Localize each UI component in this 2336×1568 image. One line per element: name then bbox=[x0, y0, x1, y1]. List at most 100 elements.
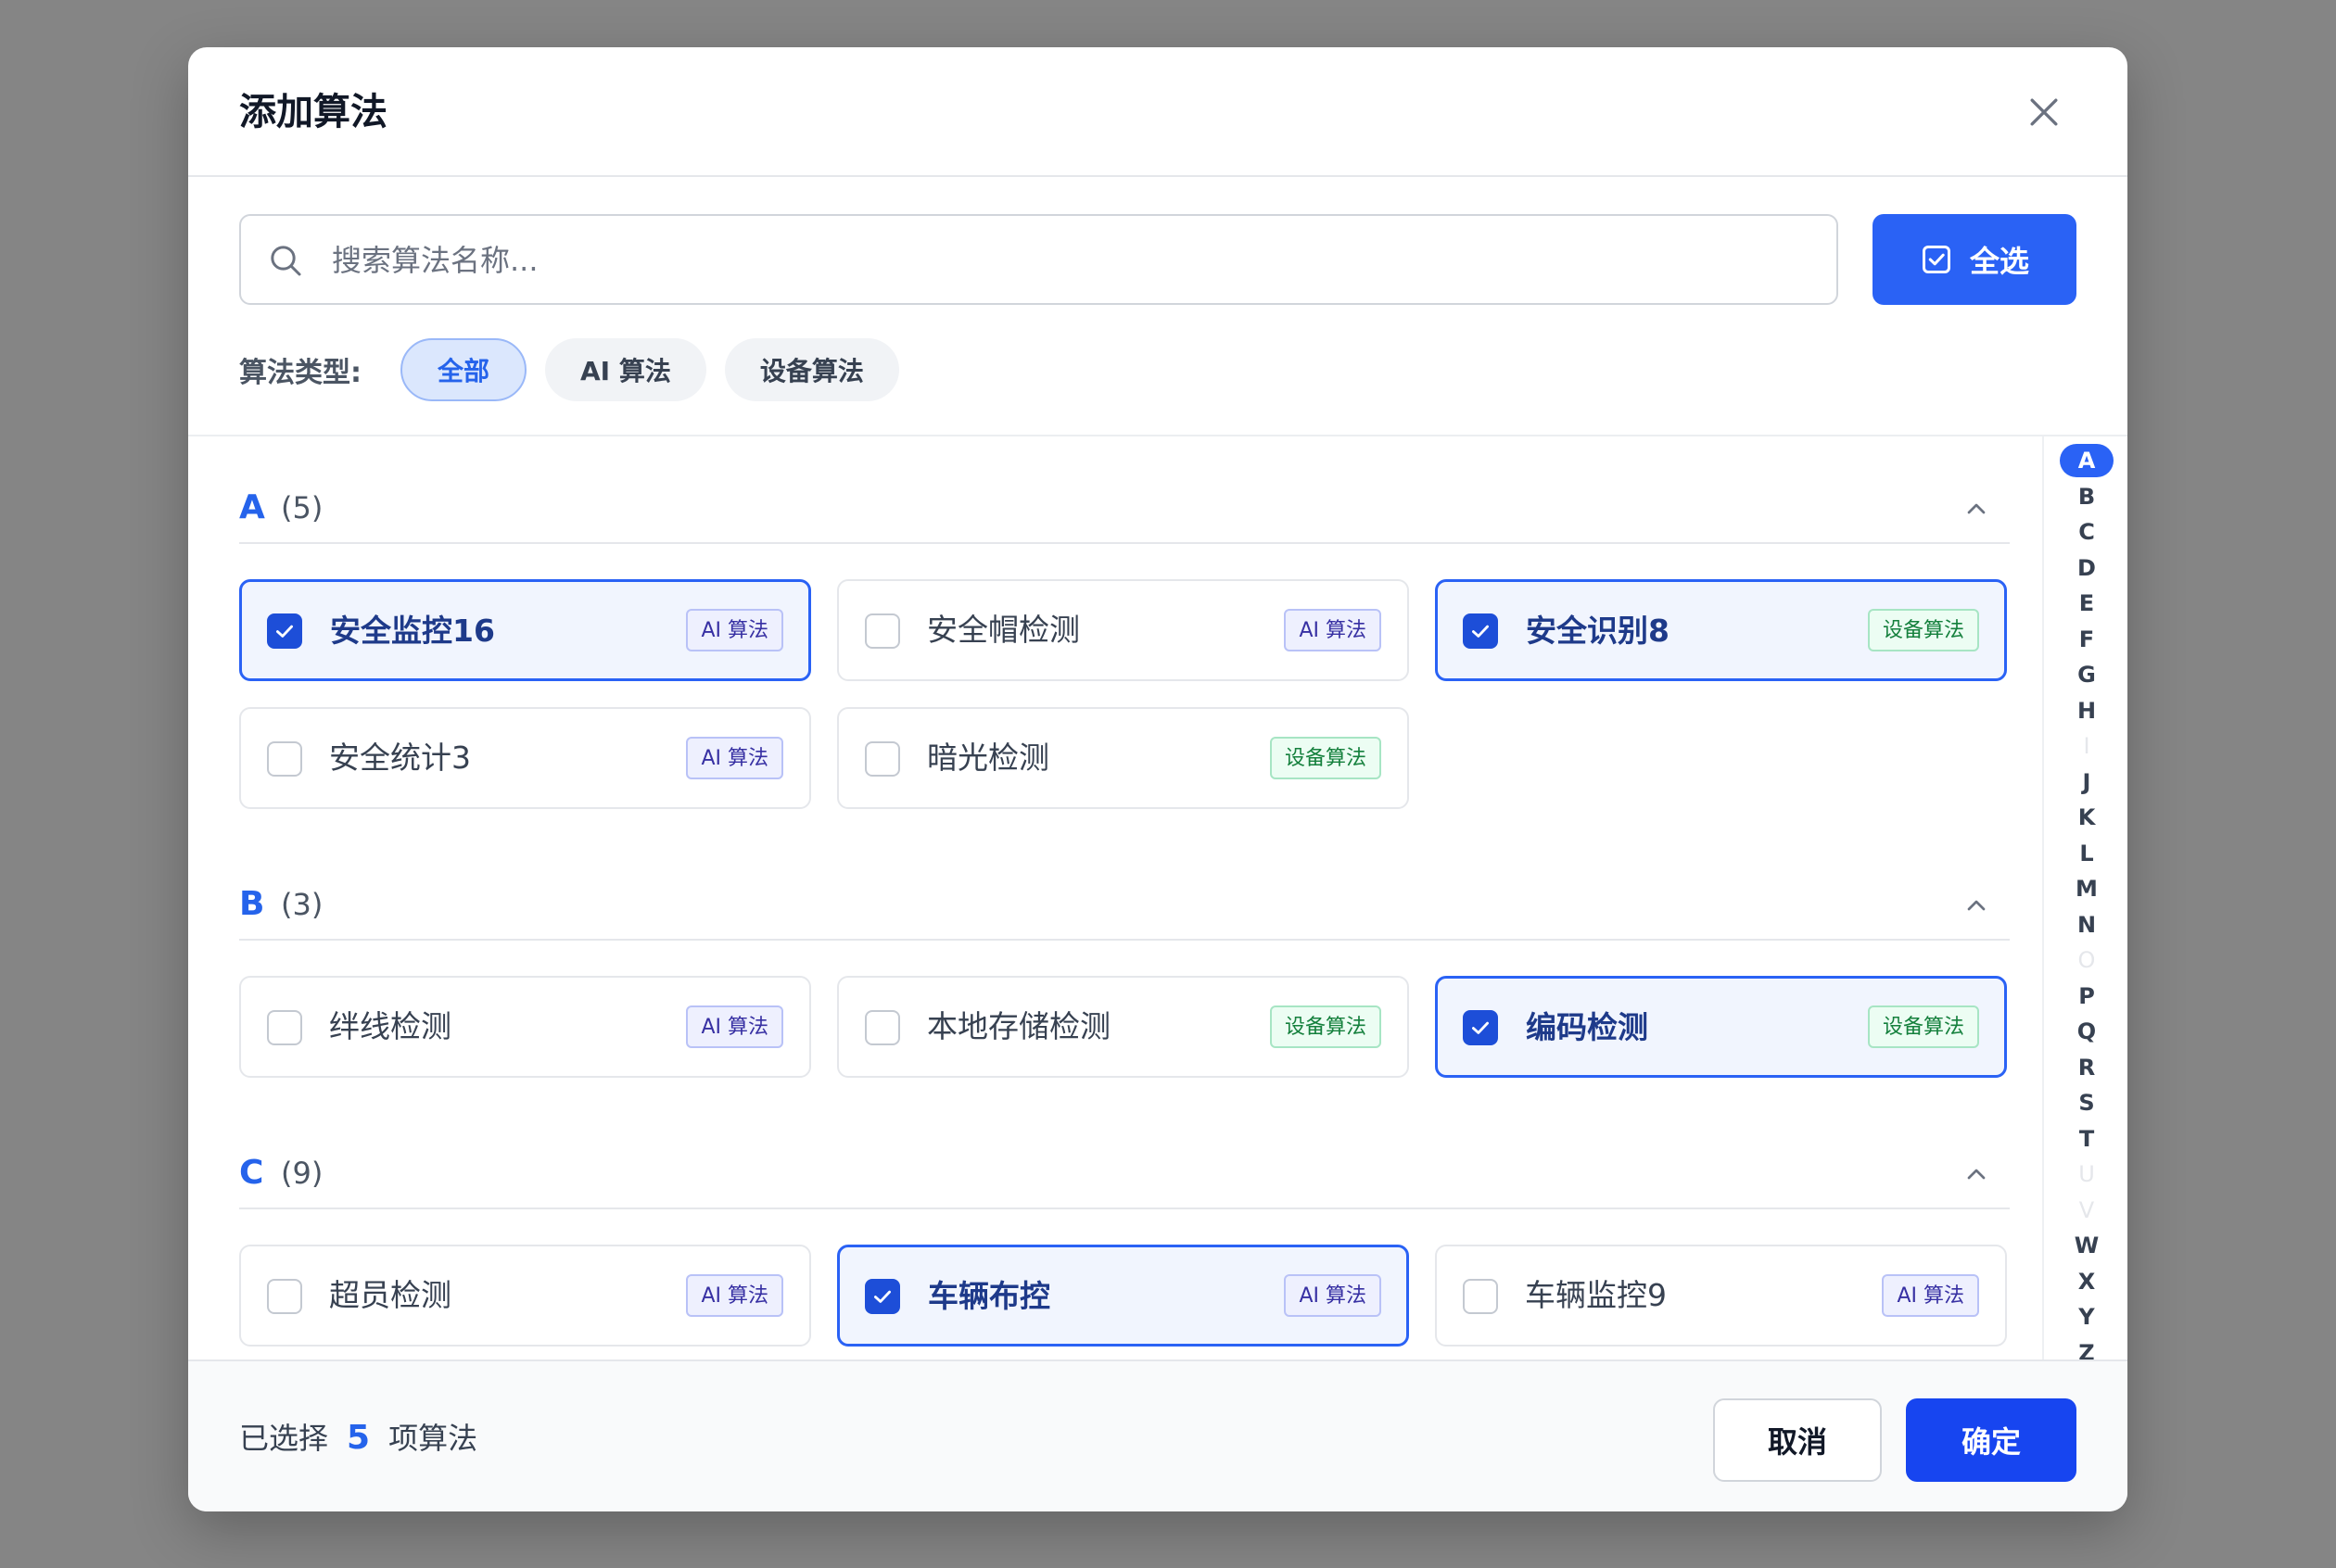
type-badge: AI 算法 bbox=[686, 737, 783, 779]
algorithm-card[interactable]: 暗光检测 设备算法 bbox=[837, 707, 1409, 809]
dialog-header: 添加算法 bbox=[188, 47, 2127, 177]
algorithm-card[interactable]: 绊线检测 AI 算法 bbox=[239, 976, 811, 1078]
alphabet-item-a[interactable]: A bbox=[2060, 444, 2114, 477]
dialog-footer: 已选择 5 项算法 取消 确定 bbox=[188, 1359, 2127, 1511]
alphabet-item-n[interactable]: N bbox=[2060, 908, 2114, 942]
type-chip-ai[interactable]: AI 算法 bbox=[545, 338, 706, 401]
dialog-title: 添加算法 bbox=[239, 91, 387, 133]
checkbox[interactable] bbox=[267, 741, 302, 777]
checkbox[interactable] bbox=[1463, 613, 1498, 649]
cancel-button[interactable]: 取消 bbox=[1713, 1398, 1882, 1482]
checkbox[interactable] bbox=[267, 1010, 302, 1045]
type-badge: 设备算法 bbox=[1269, 737, 1381, 779]
algorithm-name: 车辆布控 bbox=[928, 1278, 1050, 1314]
algorithm-card[interactable]: 安全帽检测 AI 算法 bbox=[837, 579, 1409, 681]
algorithm-name: 安全统计3 bbox=[329, 740, 471, 776]
check-icon bbox=[1472, 1021, 1489, 1034]
checkbox-checked-icon bbox=[1922, 246, 1950, 273]
group-b: B (3) 绊线检测 AI 算法 本地存储检测 设备算法 编码检测 设备算法 bbox=[239, 876, 2010, 1078]
algorithm-card[interactable]: 安全统计3 AI 算法 bbox=[239, 707, 811, 809]
close-icon bbox=[2030, 98, 2058, 126]
alphabet-item-k[interactable]: K bbox=[2060, 801, 2114, 834]
chevron-up-icon[interactable] bbox=[1961, 891, 1991, 920]
group-count: (3) bbox=[281, 887, 324, 922]
chevron-up-icon[interactable] bbox=[1961, 494, 1991, 524]
algorithm-card[interactable]: 超员检测 AI 算法 bbox=[239, 1245, 811, 1347]
type-badge: AI 算法 bbox=[686, 1274, 783, 1317]
alphabet-item-x[interactable]: X bbox=[2060, 1265, 2114, 1298]
algorithm-card[interactable]: 安全监控16 AI 算法 bbox=[239, 579, 811, 681]
alphabet-index: ABCDEFGHIJKLMNOPQRSTUVWXYZ bbox=[2042, 436, 2127, 1410]
check-icon bbox=[874, 1290, 891, 1303]
group-header[interactable]: C (9) bbox=[239, 1144, 2010, 1209]
checkbox[interactable] bbox=[267, 1279, 302, 1314]
algorithm-name: 编码检测 bbox=[1526, 1009, 1648, 1045]
alphabet-item-j[interactable]: J bbox=[2060, 765, 2114, 799]
search-input[interactable] bbox=[330, 216, 1798, 305]
checkbox[interactable] bbox=[865, 741, 900, 777]
check-icon bbox=[1472, 625, 1489, 638]
alphabet-item-g[interactable]: G bbox=[2060, 658, 2114, 691]
search-icon bbox=[271, 246, 301, 276]
alphabet-item-u: U bbox=[2078, 1161, 2095, 1187]
selection-suffix: 项算法 bbox=[388, 1421, 478, 1456]
alphabet-item-h[interactable]: H bbox=[2060, 694, 2114, 727]
group-header[interactable]: A (5) bbox=[239, 479, 2010, 544]
alphabet-item-r[interactable]: R bbox=[2060, 1051, 2114, 1084]
confirm-button[interactable]: 确定 bbox=[1906, 1398, 2076, 1482]
alphabet-item-y[interactable]: Y bbox=[2060, 1300, 2114, 1334]
algorithm-name: 绊线检测 bbox=[329, 1008, 451, 1044]
alphabet-item-f[interactable]: F bbox=[2060, 623, 2114, 656]
algorithm-card[interactable]: 安全识别8 设备算法 bbox=[1435, 579, 2007, 681]
alphabet-item-q[interactable]: Q bbox=[2060, 1015, 2114, 1048]
checkbox[interactable] bbox=[865, 613, 900, 649]
algorithm-card[interactable]: 车辆布控 AI 算法 bbox=[837, 1245, 1409, 1347]
alphabet-item-i: I bbox=[2083, 733, 2090, 759]
alphabet-item-v: V bbox=[2078, 1196, 2095, 1223]
group-a: A (5) 安全监控16 AI 算法 安全帽检测 AI 算法 安全识别8 设备算… bbox=[239, 479, 2010, 809]
algorithm-name: 安全识别8 bbox=[1526, 613, 1669, 649]
alphabet-item-s[interactable]: S bbox=[2060, 1086, 2114, 1119]
select-all-button[interactable]: 全选 bbox=[1873, 214, 2076, 305]
select-all-label: 全选 bbox=[1969, 244, 2029, 279]
alphabet-item-p[interactable]: P bbox=[2060, 980, 2114, 1013]
type-badge: AI 算法 bbox=[1882, 1274, 1979, 1317]
checkbox[interactable] bbox=[267, 613, 302, 649]
group-header[interactable]: B (3) bbox=[239, 876, 2010, 941]
checkbox[interactable] bbox=[865, 1279, 900, 1314]
group-c: C (9) 超员检测 AI 算法 车辆布控 AI 算法 车辆监控9 AI 算法 bbox=[239, 1144, 2010, 1347]
alphabet-item-d[interactable]: D bbox=[2060, 551, 2114, 585]
alphabet-item-e[interactable]: E bbox=[2060, 587, 2114, 620]
alphabet-item-t[interactable]: T bbox=[2060, 1122, 2114, 1156]
alphabet-item-l[interactable]: L bbox=[2060, 837, 2114, 870]
search-box bbox=[239, 214, 1838, 305]
alphabet-item-b[interactable]: B bbox=[2060, 480, 2114, 513]
algorithm-list[interactable]: A (5) 安全监控16 AI 算法 安全帽检测 AI 算法 安全识别8 设备算… bbox=[188, 436, 2042, 1410]
group-count: (5) bbox=[281, 490, 324, 525]
group-letter: A bbox=[239, 488, 265, 526]
group-letter: B bbox=[239, 885, 265, 923]
alphabet-item-w[interactable]: W bbox=[2060, 1229, 2114, 1262]
type-chip-device[interactable]: 设备算法 bbox=[724, 338, 899, 401]
type-chip-all[interactable]: 全部 bbox=[400, 338, 527, 401]
close-button[interactable] bbox=[2024, 92, 2064, 133]
alphabet-item-c[interactable]: C bbox=[2060, 515, 2114, 549]
checkbox[interactable] bbox=[1463, 1010, 1498, 1045]
type-filter-label: 算法类型: bbox=[239, 357, 362, 389]
alphabet-item-o: O bbox=[2077, 947, 2096, 973]
algorithm-card[interactable]: 车辆监控9 AI 算法 bbox=[1435, 1245, 2007, 1347]
alphabet-item-m[interactable]: M bbox=[2060, 872, 2114, 905]
algorithm-card[interactable]: 本地存储检测 设备算法 bbox=[837, 976, 1409, 1078]
algorithm-name: 车辆监控9 bbox=[1525, 1277, 1667, 1313]
selection-prefix: 已选择 bbox=[239, 1421, 329, 1456]
algorithm-card[interactable]: 编码检测 设备算法 bbox=[1435, 976, 2007, 1078]
selection-count: 5 bbox=[347, 1419, 371, 1457]
chevron-up-icon[interactable] bbox=[1961, 1159, 1991, 1189]
add-algorithm-dialog: 添加算法 全选 算法类型: 全部 AI 算法 设备算法 A bbox=[188, 47, 2127, 1511]
selection-summary: 已选择 5 项算法 bbox=[239, 1417, 477, 1460]
algorithm-name: 安全帽检测 bbox=[927, 612, 1080, 648]
group-count: (9) bbox=[281, 1156, 324, 1191]
checkbox[interactable] bbox=[865, 1010, 900, 1045]
checkbox[interactable] bbox=[1463, 1279, 1498, 1314]
check-icon bbox=[276, 625, 293, 638]
